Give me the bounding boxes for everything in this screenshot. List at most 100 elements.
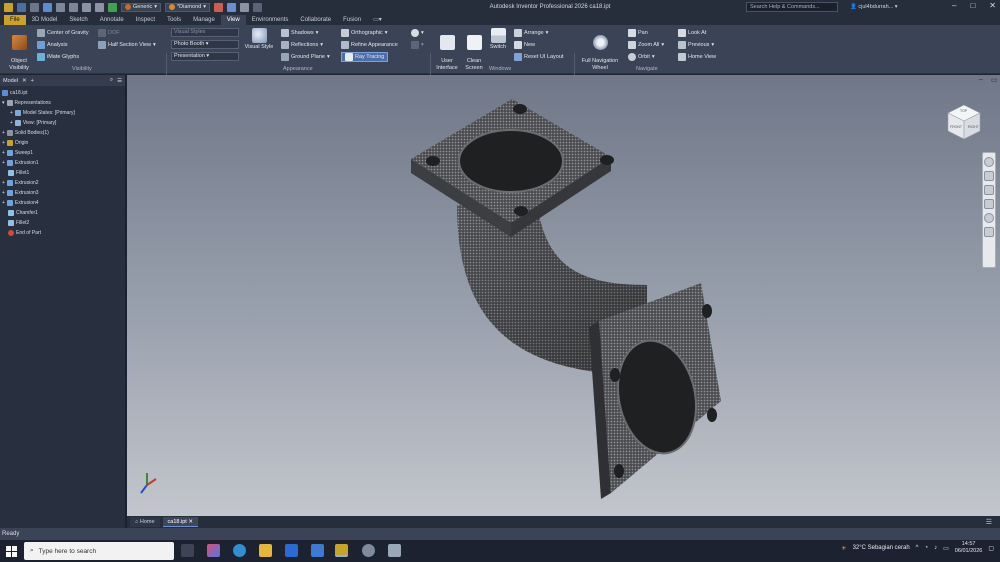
tree-item-fillet2[interactable]: Fillet2 (8, 218, 29, 227)
maximize-icon[interactable]: □ (970, 1, 975, 10)
zoom-icon[interactable] (984, 185, 994, 195)
adjust-icon[interactable] (213, 2, 223, 12)
user-account[interactable]: 👤 cjul4bdurrah... ▾ (850, 2, 898, 12)
browser-close-icon[interactable]: ✕ (22, 78, 27, 84)
viewcube-right-label[interactable]: RIGHT (968, 125, 979, 129)
copilot-icon[interactable] (207, 544, 220, 557)
clear-override-icon[interactable] (226, 2, 236, 12)
network-icon[interactable]: ◔ (925, 545, 929, 551)
tree-item-fillet1[interactable]: Fillet1 (8, 168, 29, 177)
home-view-button[interactable]: Home View (678, 52, 716, 62)
new-window-button[interactable]: New (514, 40, 535, 50)
appearance-combo[interactable]: Generic ▾ (121, 2, 162, 12)
undo-icon[interactable] (56, 2, 65, 12)
viewport-restore-icon[interactable]: ▭ (991, 76, 998, 84)
volume-icon[interactable]: ♪ (934, 545, 937, 551)
arrange-button[interactable]: Arrange ▾ (514, 28, 548, 38)
nav-options-icon[interactable] (984, 227, 994, 237)
analysis-button[interactable]: Analysis (37, 40, 67, 50)
app-taskbar-icon-2[interactable] (388, 544, 401, 557)
object-visibility-button[interactable]: Object Visibility (4, 28, 34, 72)
taskbar-search-input[interactable]: ⌕ Type here to search (24, 542, 174, 560)
previous-view-button[interactable]: Previous ▾ (678, 40, 714, 50)
browser-title[interactable]: Model (3, 78, 18, 84)
fx-icon[interactable] (239, 2, 249, 12)
orthographic-button[interactable]: Orthographic ▾ (341, 28, 388, 38)
viewport-minimize-icon[interactable]: – (979, 76, 983, 83)
display-settings-button[interactable]: ▾ (411, 28, 424, 38)
zoom-all-button[interactable]: Zoom All ▾ (628, 40, 664, 50)
ribbon-options-icon[interactable]: ▭▾ (367, 15, 388, 25)
battery-icon[interactable]: ▭ (943, 545, 949, 552)
tab-collaborate[interactable]: Collaborate (294, 15, 337, 25)
material-combo[interactable]: *Diamond ▾ (165, 2, 210, 12)
photo-booth-dropdown[interactable]: Photo Booth ▾ (171, 40, 239, 49)
tree-item-part[interactable]: ca18.ipt (2, 88, 28, 97)
tree-item-model-states[interactable]: + Model States: [Primary] (10, 108, 75, 117)
notification-icon[interactable]: ▢ (988, 545, 994, 552)
viewcube-front-label[interactable]: FRONT (950, 125, 962, 129)
customize-icon[interactable] (252, 2, 262, 12)
browser-add-icon[interactable]: + (31, 78, 34, 84)
help-search-input[interactable]: Search Help & Commands... (746, 2, 838, 12)
tab-manage[interactable]: Manage (187, 15, 221, 25)
mail-icon[interactable] (311, 544, 324, 557)
tree-item-chamfer1[interactable]: Chamfer1 (8, 208, 38, 217)
imate-glyphs-button[interactable]: iMate Glyphs (37, 52, 79, 62)
viewcube[interactable]: TOP FRONT RIGHT (945, 103, 983, 141)
shadows-button[interactable]: Shadows ▾ (281, 28, 318, 38)
weather-icon[interactable]: ☀ (841, 545, 846, 552)
tree-item-end-of-part[interactable]: End of Part (8, 228, 41, 237)
visual-styles-dropdown[interactable]: Visual Styles (171, 28, 239, 37)
close-icon[interactable]: ✕ (989, 1, 996, 10)
home-icon[interactable] (82, 2, 91, 12)
tree-item-origin[interactable]: + Origin (2, 138, 28, 147)
presentation-dropdown[interactable]: Presentation ▾ (171, 52, 239, 61)
tree-item-extrusion1[interactable]: + Extrusion1 (2, 158, 39, 167)
tab-menu-icon[interactable]: ☰ (986, 518, 992, 526)
file-explorer-icon[interactable] (259, 544, 272, 557)
open-file-icon[interactable] (30, 2, 39, 12)
inventor-logo-icon[interactable] (4, 2, 13, 12)
tab-tools[interactable]: Tools (161, 15, 187, 25)
app-taskbar-icon[interactable] (362, 544, 375, 557)
task-view-icon[interactable] (181, 544, 194, 557)
tree-item-solid-bodies[interactable]: + Solid Bodies(1) (2, 128, 49, 137)
tab-ca18[interactable]: ca18.ipt ✕ (162, 517, 198, 527)
tree-item-extrusion4[interactable]: + Extrusion4 (2, 198, 39, 207)
reset-ui-layout-button[interactable]: Reset UI Layout (514, 52, 563, 62)
ray-tracing-button[interactable]: Ray Tracing (341, 52, 389, 62)
tree-item-view[interactable]: + View: [Primary] (10, 118, 56, 127)
update-icon[interactable] (95, 2, 104, 12)
clean-screen-button[interactable]: Clean Screen (462, 28, 486, 72)
weather-text[interactable]: 32°C Sebagian cerah (853, 545, 910, 551)
menu-icon[interactable]: ☰ (117, 78, 122, 84)
look-at-button[interactable]: Look At (678, 28, 706, 38)
tab-fusion[interactable]: Fusion (337, 15, 367, 25)
look-at-nav-icon[interactable] (984, 213, 994, 223)
switch-button[interactable]: Switch (487, 28, 509, 51)
steering-wheel-icon[interactable] (984, 157, 994, 167)
dof-button[interactable]: DOF (98, 28, 120, 38)
edge-browser-icon[interactable] (233, 544, 246, 557)
refine-appearance-button[interactable]: Refine Appearance (341, 40, 398, 50)
inventor-taskbar-icon[interactable] (335, 544, 348, 557)
clock[interactable]: 14:57 06/01/2026 (955, 541, 983, 555)
start-windows-icon[interactable] (6, 545, 17, 557)
tab-environments[interactable]: Environments (246, 15, 295, 25)
minimize-icon[interactable]: – (952, 1, 956, 10)
tab-home[interactable]: ⌂ Home (130, 517, 160, 527)
graphics-viewport[interactable]: TOP FRONT RIGHT ▭ – (127, 75, 1000, 516)
tab-inspect[interactable]: Inspect (130, 15, 161, 25)
tree-item-extrusion2[interactable]: + Extrusion2 (2, 178, 39, 187)
tab-3d-model[interactable]: 3D Model (26, 15, 64, 25)
visual-style-button[interactable]: Visual Style (242, 28, 276, 51)
tree-item-sweep1[interactable]: + Sweep1 (2, 148, 33, 157)
tab-annotate[interactable]: Annotate (94, 15, 130, 25)
reflections-button[interactable]: Reflections ▾ (281, 40, 323, 50)
close-tab-icon[interactable]: ✕ (188, 519, 193, 525)
select-icon[interactable] (108, 2, 117, 12)
center-of-gravity-button[interactable]: Center of Gravity (37, 28, 89, 38)
more-appearance-button[interactable]: ▾ (411, 40, 424, 50)
tray-chevron-icon[interactable]: ^ (916, 545, 919, 551)
